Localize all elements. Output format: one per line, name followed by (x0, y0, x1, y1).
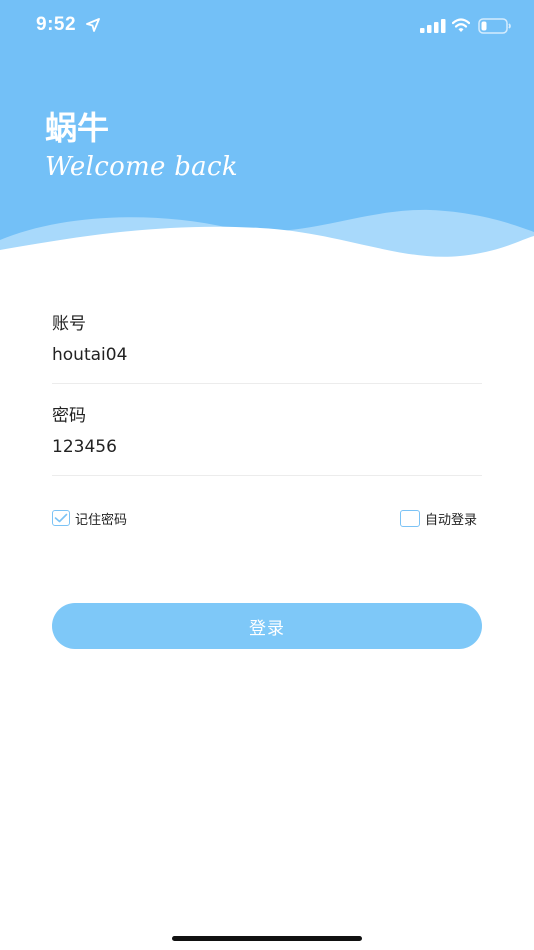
account-input[interactable] (52, 340, 482, 370)
app-title: 蜗牛 (45, 109, 110, 147)
home-indicator (172, 936, 362, 941)
account-label: 账号 (52, 314, 86, 334)
auto-login-checkbox[interactable] (400, 509, 420, 527)
password-label: 密码 (52, 406, 86, 426)
login-screen: 9:52 蜗牛 Welcome back 账号 houtai04 密码 1234… (0, 0, 534, 950)
wifi-icon (452, 18, 470, 32)
auto-login-label: 自动登录 (425, 512, 478, 528)
remember-password-option[interactable]: 记住密码 (52, 508, 127, 528)
login-button[interactable]: 登录 (52, 603, 482, 649)
welcome-subtitle: Welcome back (45, 152, 238, 182)
cellular-signal-icon (420, 19, 446, 33)
status-bar: 9:52 (0, 0, 534, 52)
remember-password-label: 记住密码 (75, 512, 128, 528)
auto-login-option[interactable]: 自动登录 (400, 508, 477, 528)
remember-password-checkbox[interactable] (52, 510, 70, 526)
checkmark-icon (54, 513, 68, 523)
account-divider (52, 383, 482, 384)
status-time: 9:52 (36, 14, 77, 35)
password-input[interactable] (52, 432, 482, 462)
location-arrow-icon (86, 18, 100, 32)
header-banner: 9:52 蜗牛 Welcome back (0, 0, 534, 270)
battery-low-icon (478, 18, 511, 34)
password-divider (52, 475, 482, 476)
